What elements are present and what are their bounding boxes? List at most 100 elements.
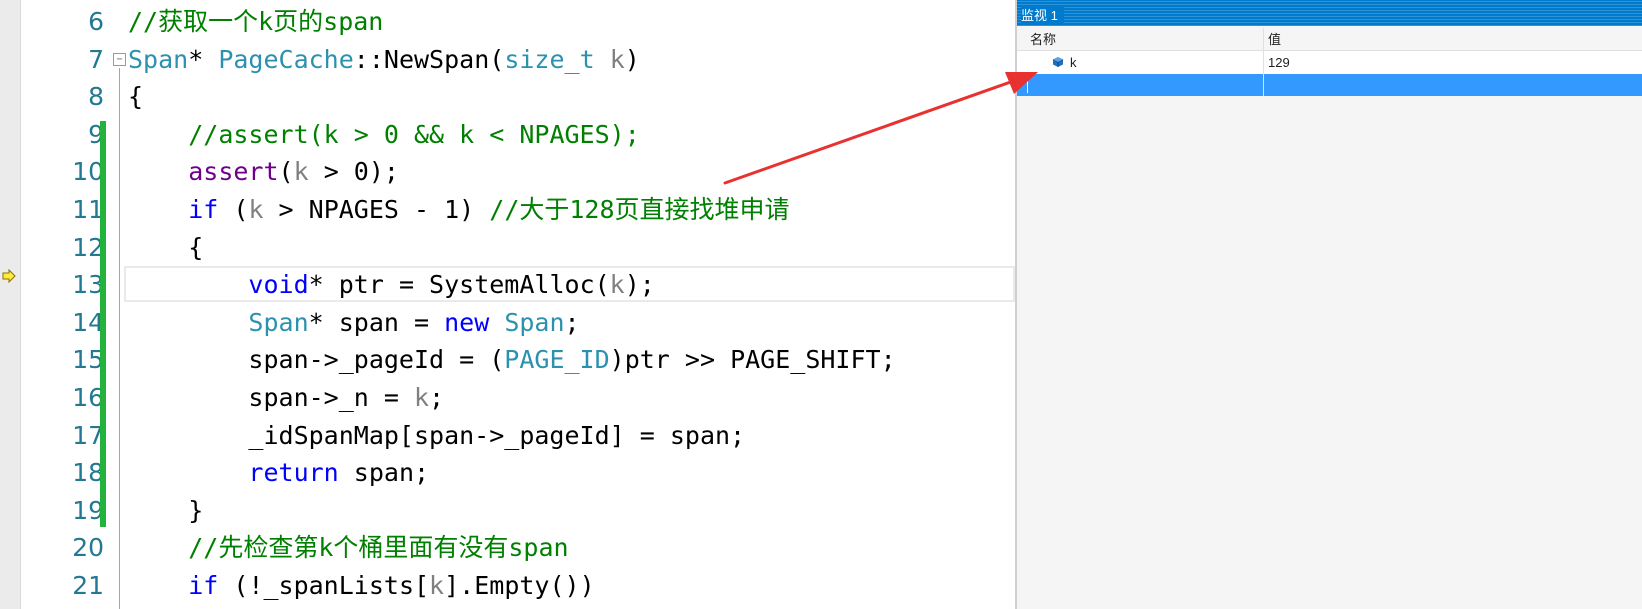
watch-window: 监视 1 名称 值 k 129 [1015, 0, 1642, 609]
code-line[interactable]: Span* PageCache::NewSpan(size_t k) [128, 41, 640, 79]
code-line[interactable]: //assert(k > 0 && k < NPAGES); [128, 116, 640, 154]
line-number: 16 [72, 383, 104, 412]
line-number: 13 [72, 270, 104, 300]
glyph-margin[interactable] [0, 0, 21, 609]
code-token: Span [248, 307, 309, 337]
code-token: k [429, 571, 445, 600]
watch-title: 监视 1 [1021, 5, 1064, 24]
code-token: ); [624, 270, 655, 300]
code-token: ; [429, 383, 445, 412]
code-editor[interactable]: 6 7 8 9 10 11 12 13 14 15 16 17 18 19 20 21 − //获取一个k页的… [0, 0, 1015, 609]
code-line[interactable]: //先检查第k个桶里面有没有span [128, 529, 569, 567]
line-number: 6 [88, 7, 104, 36]
code-token: assert [188, 157, 279, 187]
outline-guide-line [119, 68, 120, 609]
code-line[interactable]: void* ptr = SystemAlloc(k); [128, 266, 655, 304]
column-divider[interactable] [1263, 28, 1264, 96]
code-token: span->_pageId = ( [128, 345, 505, 375]
code-line[interactable]: { [128, 229, 203, 267]
code-line[interactable]: _idSpanMap[span->_pageId] = span; [128, 417, 745, 455]
line-number: 10 [72, 157, 104, 187]
code-token: ].Empty()) [444, 571, 595, 600]
code-token: (!_spanLists[ [218, 571, 430, 600]
line-number: 8 [88, 82, 104, 112]
code-token: { [128, 82, 144, 112]
code-token: k [248, 195, 264, 224]
name-column-header[interactable]: 名称 [1030, 28, 1056, 50]
code-token: //assert(k > 0 && k < NPAGES); [188, 119, 640, 149]
code-token: k [609, 270, 625, 300]
code-token: * ptr = SystemAlloc( [308, 270, 610, 300]
watch-row-value[interactable]: 129 [1268, 51, 1290, 74]
code-line[interactable]: span->_pageId = (PAGE_ID)ptr >> PAGE_SHI… [128, 341, 896, 379]
line-number: 19 [72, 495, 104, 525]
code-line[interactable]: if (!_spanLists[k].Empty()) [128, 567, 595, 605]
code-token: _idSpanMap[span->_pageId] = span; [128, 420, 746, 450]
code-line[interactable]: assert(k > 0); [128, 153, 399, 191]
line-number: 14 [72, 307, 104, 337]
code-token: ) [624, 44, 640, 74]
code-token: k [293, 157, 309, 187]
code-line[interactable]: } [128, 492, 203, 530]
watch-row-name: k [1070, 55, 1077, 70]
code-token: Span [504, 307, 565, 337]
code-token: new [444, 307, 490, 337]
current-statement-arrow-icon [2, 269, 16, 283]
watch-title-bar[interactable]: 监视 1 [1017, 0, 1642, 26]
value-column-header[interactable]: 值 [1268, 28, 1281, 50]
code-token: ( [278, 157, 294, 187]
text-cursor [1027, 77, 1028, 93]
code-token: //先检查第k个桶里面有没有span [188, 533, 569, 563]
code-token: ( [218, 195, 249, 224]
code-token: if [188, 571, 219, 600]
code-area[interactable]: //获取一个k页的spanSpan* PageCache::NewSpan(si… [128, 0, 1015, 609]
code-token: k [609, 44, 625, 74]
watch-row[interactable]: k 129 [1017, 51, 1642, 74]
code-token: //获取一个k页的span [128, 7, 384, 36]
code-token: return [248, 458, 339, 488]
code-line[interactable]: if (k > NPAGES - 1) //大于128页直接找堆申请 [128, 191, 790, 229]
code-line[interactable]: span->_n = k; [128, 379, 444, 417]
code-token: > NPAGES - 1) [263, 195, 490, 224]
line-number-gutter: 6 7 8 9 10 11 12 13 14 15 16 17 18 19 20 21 [20, 0, 104, 609]
code-line[interactable]: Span* span = new Span; [128, 304, 580, 342]
code-token: //大于128页直接找堆申请 [489, 195, 790, 224]
code-token: } [128, 495, 204, 525]
code-token: if [188, 195, 219, 224]
code-token: PageCache [218, 44, 354, 74]
collapse-toggle-icon[interactable]: − [113, 53, 126, 66]
code-token: ; [564, 307, 580, 337]
code-token: )ptr >> PAGE_SHIFT; [609, 345, 896, 375]
code-token: > 0); [308, 157, 399, 187]
code-token: PAGE_ID [504, 345, 610, 375]
watch-new-item-row[interactable] [1017, 74, 1642, 96]
line-number: 12 [72, 232, 104, 262]
code-line[interactable]: { [128, 78, 143, 116]
line-number: 21 [72, 571, 104, 600]
code-token: Span [128, 44, 189, 74]
code-line[interactable]: return span; [128, 454, 429, 492]
code-token: * span = [308, 307, 445, 337]
line-number: 11 [72, 195, 104, 224]
line-number: 20 [72, 533, 104, 563]
line-number: 15 [72, 345, 104, 375]
code-token: span->_n = [128, 383, 414, 412]
variable-icon [1052, 57, 1064, 67]
line-number: 17 [72, 420, 104, 450]
line-number: 7 [88, 44, 104, 74]
code-token: span; [338, 458, 430, 488]
code-token: ::NewSpan( [353, 44, 505, 74]
line-number: 18 [72, 458, 104, 488]
code-token: { [128, 232, 204, 262]
code-line[interactable]: //获取一个k页的span [128, 3, 383, 41]
change-tracking-bar [100, 121, 106, 527]
line-number: 9 [88, 119, 104, 149]
